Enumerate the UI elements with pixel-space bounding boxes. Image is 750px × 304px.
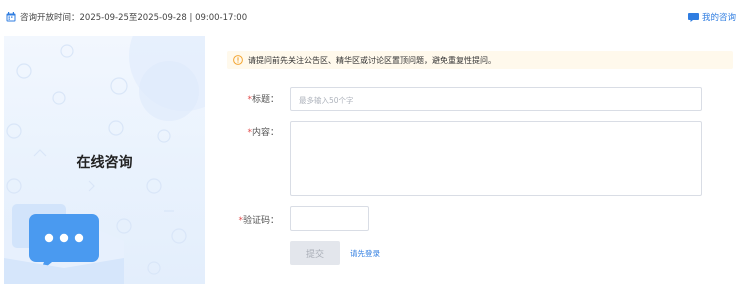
open-time-info: 咨询开放时间：2025-09-25至2025-09-28 | 09:00-17:… — [6, 11, 247, 23]
title-field[interactable] — [290, 87, 702, 112]
warning-icon — [233, 55, 243, 65]
chat-icon — [687, 13, 699, 22]
title-label: *标题： — [219, 92, 279, 105]
online-consultation-title: 在线咨询 — [76, 155, 133, 171]
captcha-label-text: 验证码： — [242, 216, 279, 226]
captcha-input[interactable] — [291, 208, 368, 231]
my-consultation-label: 我的咨询 — [701, 13, 736, 23]
title-label-text: 标题： — [251, 95, 279, 105]
my-consultation-link[interactable]: 我的咨询 — [687, 11, 736, 23]
top-bar: 咨询开放时间：2025-09-25至2025-09-28 | 09:00-17:… — [0, 0, 750, 36]
calendar-icon — [6, 12, 16, 22]
submit-button[interactable]: 提交 — [290, 241, 340, 265]
consult-panel: 在线咨询 请提问前先关注公告区、精华区或讨论区置顶问题，避免重复性提问。 *标题… — [4, 36, 738, 284]
left-illustration-card: 在线咨询 — [4, 36, 205, 284]
consultation-form: 请提问前先关注公告区、精华区或讨论区置顶问题，避免重复性提问。 *标题： *内容… — [205, 36, 738, 284]
login-link[interactable]: 请先登录 — [350, 248, 380, 259]
captcha-label: *验证码： — [219, 213, 279, 226]
notice-banner: 请提问前先关注公告区、精华区或讨论区置顶问题，避免重复性提问。 — [227, 51, 733, 69]
open-time-text: 咨询开放时间：2025-09-25至2025-09-28 | 09:00-17:… — [20, 13, 248, 23]
content-label: *内容： — [219, 125, 279, 138]
title-input[interactable] — [291, 89, 701, 112]
content-label-text: 内容： — [251, 128, 279, 138]
content-textarea[interactable] — [291, 122, 701, 195]
captcha-field[interactable] — [290, 206, 369, 231]
content-field[interactable] — [290, 121, 702, 196]
notice-text: 请提问前先关注公告区、精华区或讨论区置顶问题，避免重复性提问。 — [248, 55, 496, 65]
